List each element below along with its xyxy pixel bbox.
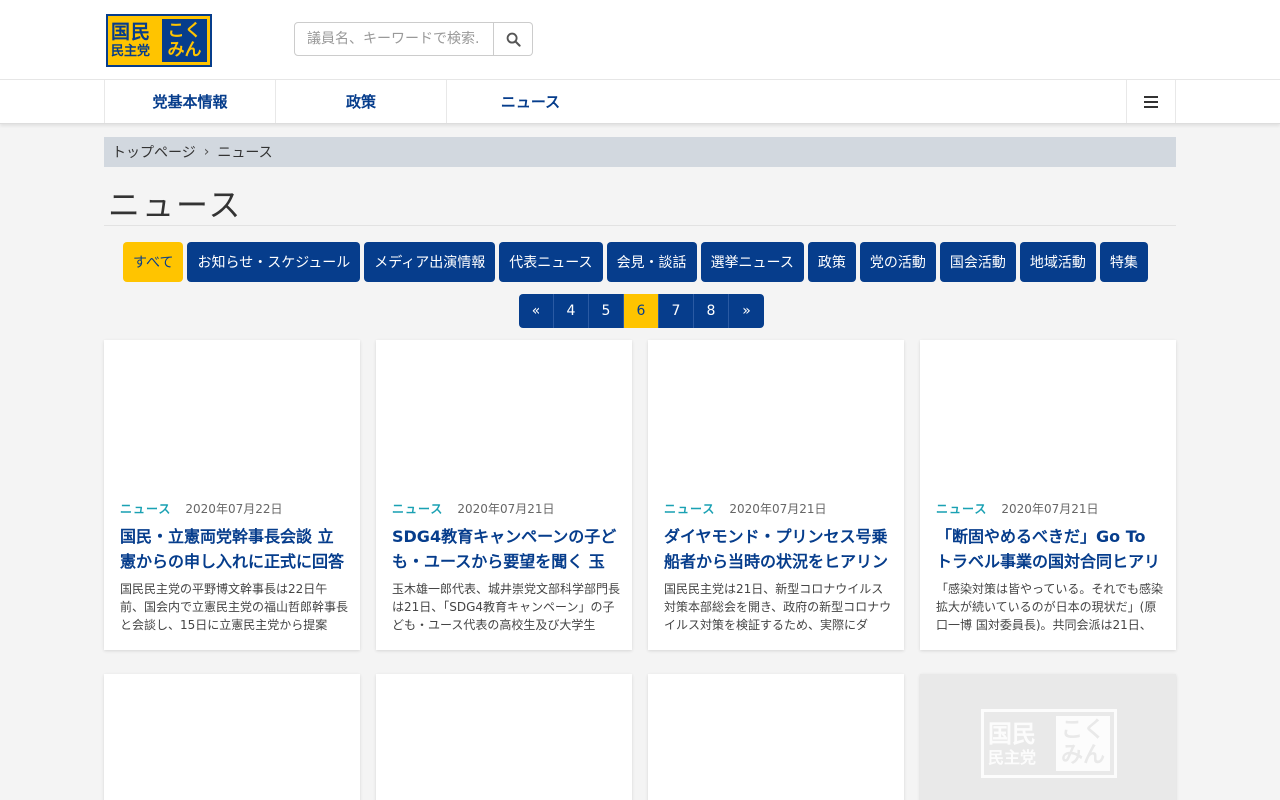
breadcrumb: トップページ › ニュース bbox=[104, 137, 1176, 167]
logo-text-line2: 民主党 bbox=[111, 44, 151, 59]
article-thumbnail bbox=[376, 340, 632, 490]
site-logo[interactable]: 国民 民主党 こく みん bbox=[106, 14, 212, 67]
category-regional-activity[interactable]: 地域活動 bbox=[1019, 242, 1096, 282]
nav-item-party-info[interactable]: 党基本情報 bbox=[104, 80, 275, 123]
pagination-page[interactable]: 5 bbox=[589, 294, 624, 328]
category-media[interactable]: メディア出演情報 bbox=[364, 242, 496, 282]
pagination: « 4 5 6 7 8 » bbox=[519, 294, 764, 328]
article-date: 2020年07月22日 bbox=[185, 502, 283, 516]
pagination-page-current[interactable]: 6 bbox=[624, 294, 659, 328]
article-excerpt: 国民民主党の平野博文幹事長は22日午前、国会内で立憲民主党の福山哲郎幹事長と会談… bbox=[120, 582, 348, 632]
menu-button[interactable] bbox=[1126, 80, 1176, 123]
pagination-page[interactable]: 7 bbox=[659, 294, 694, 328]
category-diet-activity[interactable]: 国会活動 bbox=[939, 242, 1016, 282]
article-card[interactable] bbox=[648, 674, 904, 800]
site-header: 国民 民主党 こく みん bbox=[0, 0, 1280, 80]
category-policy[interactable]: 政策 bbox=[807, 242, 856, 282]
placeholder-logo-kana2: みん bbox=[1060, 742, 1105, 768]
article-card[interactable]: ニュース 2020年07月21日 ダイヤモンド・プリンセス号乗船者から当時の状況… bbox=[648, 340, 904, 650]
placeholder-logo-image: 国民 民主党 こく みん bbox=[981, 709, 1117, 778]
hamburger-icon bbox=[1144, 95, 1158, 108]
pagination-next[interactable]: » bbox=[729, 294, 764, 328]
article-category: ニュース bbox=[664, 502, 716, 516]
category-all[interactable]: すべて bbox=[123, 242, 184, 282]
article-date: 2020年07月21日 bbox=[729, 502, 827, 516]
article-card[interactable]: ニュース 2020年07月22日 国民・立憲両党幹事長会談 立憲からの申し入れに… bbox=[104, 340, 360, 650]
nav-item-policy[interactable]: 政策 bbox=[275, 80, 446, 123]
article-card[interactable]: ニュース 2020年07月21日 SDG4教育キャンペーンの子ども・ユースから要… bbox=[376, 340, 632, 650]
article-card[interactable]: 国民 民主党 こく みん bbox=[920, 674, 1176, 800]
article-category: ニュース bbox=[392, 502, 444, 516]
article-card[interactable]: ニュース 2020年07月21日 「断固やめるべきだ」Go To トラベル事業の… bbox=[920, 340, 1176, 650]
category-notices-schedule[interactable]: お知らせ・スケジュール bbox=[187, 242, 361, 282]
category-features[interactable]: 特集 bbox=[1099, 242, 1148, 282]
page-title: ニュース bbox=[108, 186, 243, 224]
logo-text-line1: 国民 bbox=[111, 21, 152, 43]
article-category: ニュース bbox=[120, 502, 172, 516]
logo-kana-line1: こく bbox=[167, 20, 202, 41]
article-title[interactable]: ダイヤモンド・プリンセス号乗船者から当時の状況をヒアリン bbox=[664, 524, 892, 574]
article-excerpt: 国民民主党は21日、新型コロナウイルス対策本部総会を開き、政府の新型コロナウイル… bbox=[664, 582, 892, 632]
article-thumbnail bbox=[920, 340, 1176, 490]
article-card[interactable] bbox=[376, 674, 632, 800]
category-party-activity[interactable]: 党の活動 bbox=[859, 242, 936, 282]
article-category: ニュース bbox=[936, 502, 988, 516]
category-election-news[interactable]: 選挙ニュース bbox=[700, 242, 804, 282]
category-leader-news[interactable]: 代表ニュース bbox=[499, 242, 603, 282]
breadcrumb-separator: › bbox=[203, 144, 210, 160]
article-thumbnail bbox=[648, 340, 904, 490]
category-press-statements[interactable]: 会見・談話 bbox=[606, 242, 697, 282]
nav-item-news[interactable]: ニュース bbox=[446, 80, 614, 123]
search-input[interactable] bbox=[294, 22, 494, 56]
search-button[interactable] bbox=[494, 22, 533, 56]
article-title[interactable]: SDG4教育キャンペーンの子ども・ユースから要望を聞く 玉 bbox=[392, 524, 620, 574]
logo-kana-line2: みん bbox=[167, 39, 202, 60]
placeholder-logo-kana1: こく bbox=[1060, 718, 1105, 744]
article-date: 2020年07月21日 bbox=[457, 502, 555, 516]
placeholder-logo-line2: 民主党 bbox=[988, 747, 1037, 767]
article-date: 2020年07月21日 bbox=[1001, 502, 1099, 516]
article-excerpt: 玉木雄一郎代表、城井崇党文部科学部門長は21日、「SDG4教育キャンペーン」の子… bbox=[392, 582, 620, 632]
article-card[interactable] bbox=[104, 674, 360, 800]
category-filter: すべて お知らせ・スケジュール メディア出演情報 代表ニュース 会見・談話 選挙… bbox=[123, 242, 1148, 282]
breadcrumb-current: ニュース bbox=[217, 145, 273, 161]
pagination-prev[interactable]: « bbox=[519, 294, 554, 328]
title-divider bbox=[104, 225, 1176, 226]
search-icon bbox=[506, 32, 521, 47]
placeholder-logo-line1: 国民 bbox=[988, 719, 1036, 748]
article-title[interactable]: 「断固やめるべきだ」Go To トラベル事業の国対合同ヒアリ bbox=[936, 524, 1164, 574]
search-form bbox=[294, 22, 533, 56]
pagination-page[interactable]: 8 bbox=[694, 294, 729, 328]
article-excerpt: 「感染対策は皆やっている。それでも感染拡大が続いているのが日本の現状だ」(原口一… bbox=[936, 582, 1164, 632]
breadcrumb-home-link[interactable]: トップページ bbox=[112, 142, 196, 162]
article-thumbnail bbox=[104, 340, 360, 490]
article-title[interactable]: 国民・立憲両党幹事長会談 立憲からの申し入れに正式に回答 bbox=[120, 524, 348, 574]
pagination-page[interactable]: 4 bbox=[554, 294, 589, 328]
main-nav: 党基本情報 政策 ニュース bbox=[0, 80, 1280, 124]
